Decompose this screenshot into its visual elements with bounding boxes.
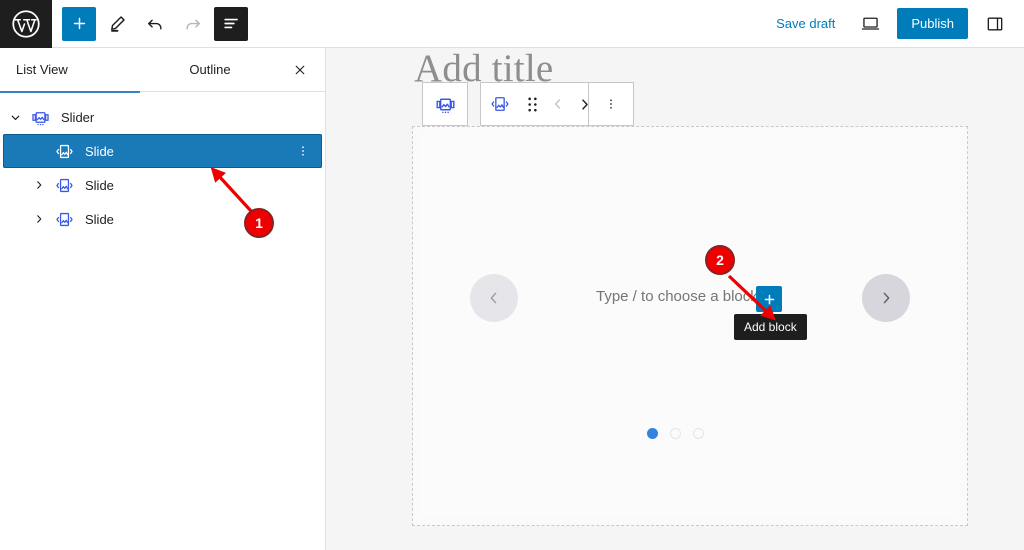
publish-button[interactable]: Publish bbox=[897, 8, 968, 39]
add-block-toolbar-button[interactable] bbox=[62, 6, 96, 41]
pagination-dot-1[interactable] bbox=[646, 428, 658, 439]
slide-block-icon bbox=[51, 210, 77, 229]
settings-sidebar-button[interactable] bbox=[978, 7, 1012, 41]
slider-block-icon[interactable] bbox=[426, 83, 464, 125]
header-left-tools bbox=[52, 6, 248, 41]
desktop-preview-icon[interactable] bbox=[853, 7, 887, 41]
list-item-label: Slide bbox=[85, 211, 114, 227]
pagination-dot-2[interactable] bbox=[669, 428, 681, 439]
parent-block-toolbar bbox=[422, 82, 468, 126]
slide-block-icon[interactable] bbox=[481, 83, 519, 125]
list-item-slider[interactable]: Slider bbox=[3, 100, 322, 134]
slider-block-icon bbox=[27, 108, 53, 127]
vertical-dots-icon[interactable] bbox=[292, 139, 314, 163]
block-toolbar bbox=[480, 82, 598, 126]
slider-prev-button[interactable] bbox=[470, 274, 518, 322]
slide-content-area bbox=[421, 135, 959, 517]
slider-next-button[interactable] bbox=[862, 274, 910, 322]
annotation-badge-2: 2 bbox=[705, 245, 735, 275]
wordpress-logo-icon[interactable] bbox=[0, 0, 52, 48]
sidebar-tabs: List View Outline bbox=[0, 48, 325, 93]
close-icon[interactable] bbox=[289, 59, 311, 81]
list-item-label: Slide bbox=[85, 177, 114, 193]
annotation-badge-1: 1 bbox=[244, 208, 274, 238]
undo-button[interactable] bbox=[138, 7, 172, 41]
wordpress-block-editor: Save draft Publish List View Outline Sli… bbox=[0, 0, 1024, 550]
save-draft-button[interactable]: Save draft bbox=[768, 10, 843, 37]
drag-dots-icon[interactable] bbox=[519, 83, 545, 125]
list-item-slide-selected[interactable]: Slide bbox=[3, 134, 322, 168]
block-list: Slider Slide Slide Slide bbox=[0, 92, 325, 236]
list-item-label: Slider bbox=[61, 109, 95, 125]
add-block-tooltip: Add block bbox=[734, 314, 807, 340]
redo-button[interactable] bbox=[176, 7, 210, 41]
editor-canvas: Add title Type / to choose a block Add b… bbox=[326, 48, 1024, 550]
header-right-actions: Save draft Publish bbox=[768, 7, 1024, 41]
chevron-down-icon[interactable] bbox=[3, 100, 27, 134]
block-placeholder-text[interactable]: Type / to choose a block bbox=[596, 288, 758, 305]
list-item-slide-3[interactable]: Slide bbox=[3, 202, 322, 236]
slide-block-icon bbox=[51, 176, 77, 195]
list-item-slide-2[interactable]: Slide bbox=[3, 168, 322, 202]
tab-list-view[interactable]: List View bbox=[0, 48, 140, 93]
list-view-toggle-button[interactable] bbox=[214, 6, 248, 41]
chevron-right-icon[interactable] bbox=[27, 202, 51, 236]
list-view-sidebar: List View Outline Slider Slide Slide Sli… bbox=[0, 48, 326, 550]
vertical-dots-icon[interactable] bbox=[592, 83, 630, 125]
slider-pagination-dots bbox=[326, 428, 1024, 439]
list-item-label: Slide bbox=[85, 143, 114, 159]
slide-block-icon bbox=[51, 142, 77, 161]
pagination-dot-3[interactable] bbox=[692, 428, 704, 439]
edit-tools-button[interactable] bbox=[100, 7, 134, 41]
move-previous-button[interactable] bbox=[545, 83, 571, 125]
add-block-button[interactable] bbox=[756, 286, 782, 312]
editor-header-bar: Save draft Publish bbox=[0, 0, 1024, 48]
chevron-right-icon[interactable] bbox=[27, 168, 51, 202]
tab-outline[interactable]: Outline bbox=[140, 48, 280, 92]
block-options-toolbar bbox=[588, 82, 634, 126]
slider-block[interactable] bbox=[412, 126, 968, 526]
